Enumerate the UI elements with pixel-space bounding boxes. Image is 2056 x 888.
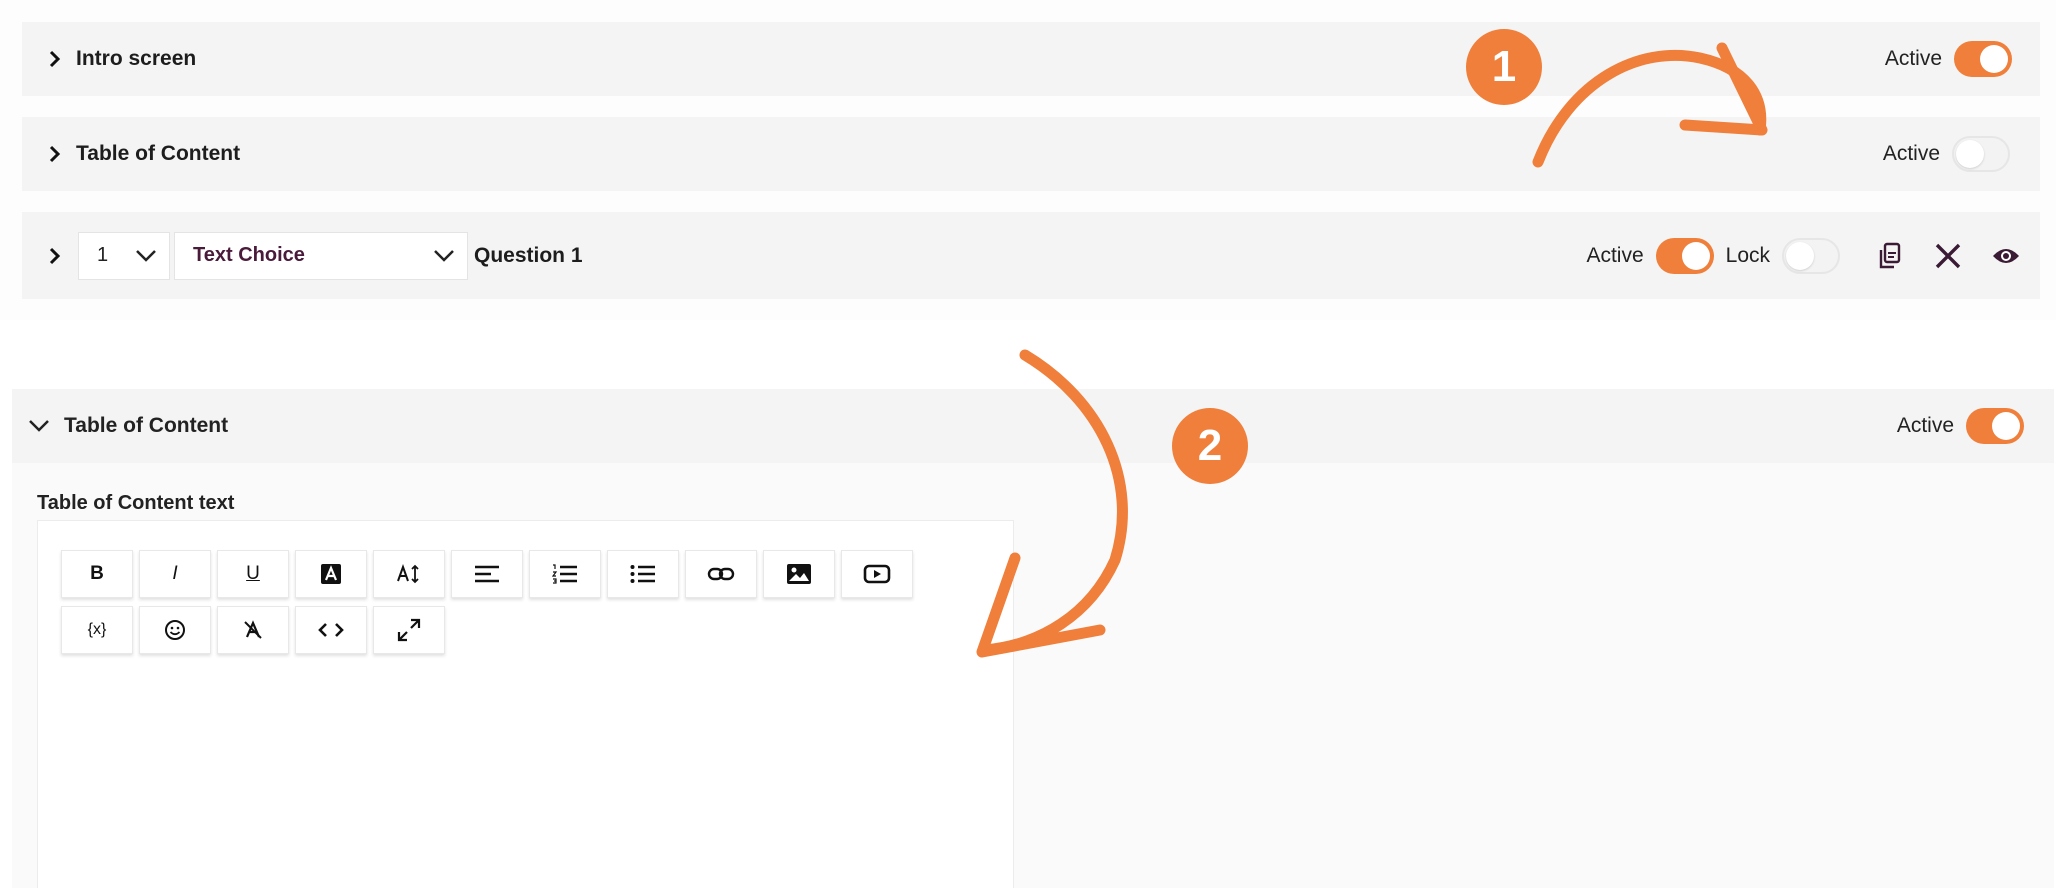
code-view-button[interactable] xyxy=(295,606,367,654)
clear-format-icon xyxy=(244,620,262,639)
intro-active-label: Active xyxy=(1884,47,1942,70)
bold-button[interactable]: B xyxy=(61,550,133,598)
section-title: Table of Content xyxy=(64,414,229,437)
chevron-down-icon xyxy=(434,249,454,262)
annotation-badge-1: 1 xyxy=(1466,29,1542,105)
emoji-button[interactable] xyxy=(139,606,211,654)
clear-format-button[interactable] xyxy=(217,606,289,654)
question-lock-toggle[interactable] xyxy=(1782,237,1840,274)
video-icon xyxy=(863,564,891,584)
annotation-badge-2: 2 xyxy=(1172,408,1248,484)
question-type-value: Text Choice xyxy=(193,244,305,266)
table-of-content-header[interactable]: Table of Content Active xyxy=(12,389,2054,463)
link-icon xyxy=(707,567,735,581)
ordered-list-button[interactable] xyxy=(529,550,601,598)
image-button[interactable] xyxy=(763,550,835,598)
chevron-right-icon[interactable] xyxy=(40,247,70,265)
question-title: Question 1 xyxy=(474,243,583,267)
variable-icon: {x} xyxy=(87,621,107,638)
chevron-right-icon[interactable] xyxy=(40,145,70,163)
bullet-list-icon xyxy=(630,565,655,583)
bold-icon: B xyxy=(90,563,104,584)
underline-button[interactable]: U xyxy=(217,550,289,598)
table-of-content-row[interactable]: Table of Content Active xyxy=(22,117,2040,191)
font-size-icon xyxy=(397,564,419,584)
text-color-icon xyxy=(321,564,341,584)
section-active-toggle[interactable] xyxy=(1966,408,2024,444)
question-active-toggle[interactable] xyxy=(1655,237,1714,274)
question-number-select[interactable]: 1 xyxy=(78,231,170,280)
fullscreen-button[interactable] xyxy=(373,606,445,654)
field-label: Table of Content text xyxy=(37,492,235,514)
chevron-right-icon[interactable] xyxy=(40,50,70,68)
rich-text-editor[interactable]: B I U {x} xyxy=(37,520,1014,888)
question-active-label: Active xyxy=(1586,243,1644,267)
duplicate-icon[interactable] xyxy=(1870,236,1910,276)
image-icon xyxy=(787,564,811,584)
preview-eye-icon[interactable] xyxy=(1986,236,2026,276)
table-of-content-section: Table of Content Active Table of Content… xyxy=(12,389,2054,888)
table-of-content-title: Table of Content xyxy=(76,142,241,165)
form-builder-panel: Intro screen Active Table of Content Act… xyxy=(0,0,2056,320)
section-active-label: Active xyxy=(1896,414,1954,437)
intro-screen-title: Intro screen xyxy=(76,47,197,70)
bullet-list-button[interactable] xyxy=(607,550,679,598)
chevron-down-icon[interactable] xyxy=(28,419,54,433)
question-type-select[interactable]: Text Choice xyxy=(174,231,468,280)
emoji-icon xyxy=(165,620,185,640)
underline-icon: U xyxy=(246,563,260,584)
align-left-button[interactable] xyxy=(451,550,523,598)
intro-screen-row[interactable]: Intro screen Active xyxy=(22,22,2040,96)
font-size-button[interactable] xyxy=(373,550,445,598)
code-view-icon xyxy=(318,623,344,637)
italic-icon: I xyxy=(172,563,178,584)
variable-button[interactable]: {x} xyxy=(61,606,133,654)
toc-active-toggle[interactable] xyxy=(1952,136,2010,172)
ordered-list-icon xyxy=(552,564,577,584)
intro-active-toggle[interactable] xyxy=(1954,41,2012,77)
align-left-icon xyxy=(475,565,499,583)
fullscreen-icon xyxy=(397,618,421,642)
question-row[interactable]: 1 Text Choice Question 1 Active Lock xyxy=(22,212,2040,299)
toc-active-label: Active xyxy=(1882,142,1940,165)
question-number-value: 1 xyxy=(97,244,109,266)
text-color-button[interactable] xyxy=(295,550,367,598)
video-button[interactable] xyxy=(841,550,913,598)
question-lock-label: Lock xyxy=(1725,243,1770,267)
chevron-down-icon xyxy=(136,249,156,262)
delete-icon[interactable] xyxy=(1928,236,1968,276)
link-button[interactable] xyxy=(685,550,757,598)
italic-button[interactable]: I xyxy=(139,550,211,598)
